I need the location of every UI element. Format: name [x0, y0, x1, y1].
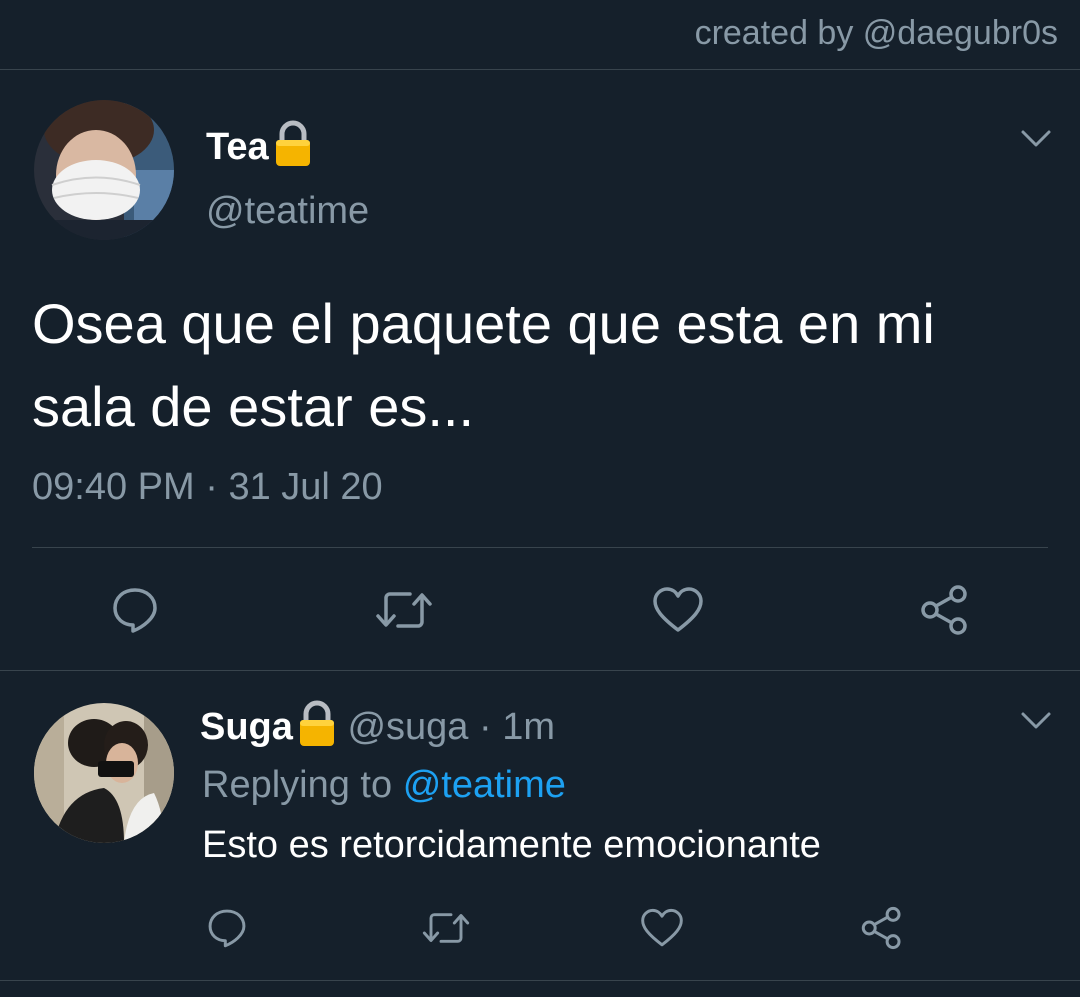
share-icon — [861, 906, 901, 950]
retweet-button[interactable] — [418, 903, 474, 953]
author-display-name: Tea — [206, 126, 269, 169]
retweet-icon — [376, 592, 432, 628]
reply-separator: · — [479, 706, 492, 749]
author-name[interactable]: Tea — [206, 120, 313, 178]
replying-prefix: Replying to — [202, 764, 393, 806]
lock-icon — [273, 120, 313, 178]
tweet-text: Osea que el paquete que esta en mi sala … — [32, 282, 1062, 448]
tweet-text-line: Osea que el paquete que esta en mi — [32, 292, 935, 355]
header-divider — [0, 69, 1080, 70]
reply-text: Esto es retorcidamente emocionante — [202, 824, 821, 866]
timestamp-separator: · — [205, 466, 218, 508]
creator-credit: created by @daegubr0s — [694, 14, 1058, 52]
chevron-down-icon[interactable] — [1020, 128, 1052, 155]
like-icon — [641, 908, 683, 947]
retweet-button[interactable] — [372, 580, 436, 640]
reply-avatar[interactable] — [34, 703, 174, 843]
reply-age[interactable]: 1m — [502, 706, 555, 748]
tweet-date: 31 Jul 20 — [228, 466, 383, 508]
author-handle[interactable]: @teatime — [206, 190, 369, 233]
share-button[interactable] — [915, 580, 975, 640]
replying-mention-link[interactable]: @teatime — [403, 764, 566, 806]
tweet-text-line: sala de estar es... — [32, 375, 475, 438]
reply-section-divider — [0, 980, 1080, 981]
share-button[interactable] — [857, 903, 907, 953]
lock-icon — [297, 700, 337, 758]
tweet-divider — [32, 547, 1048, 548]
like-icon — [653, 587, 703, 632]
replying-to: Replying to @teatime — [202, 764, 566, 807]
tweet-section-divider — [0, 670, 1080, 671]
tweet-time: 09:40 PM — [32, 466, 195, 508]
reply-button[interactable] — [105, 580, 165, 640]
reply-display-name[interactable]: Suga — [200, 706, 293, 748]
chevron-down-icon[interactable] — [1020, 710, 1052, 737]
reply-icon — [208, 909, 246, 948]
reply-button[interactable] — [202, 903, 252, 953]
reply-handle[interactable]: @suga — [347, 706, 468, 748]
reply-header: Suga @suga · 1m — [200, 700, 555, 758]
avatar[interactable] — [34, 100, 174, 240]
like-button[interactable] — [648, 580, 708, 640]
like-button[interactable] — [637, 903, 687, 953]
retweet-icon — [422, 913, 470, 943]
tweet-timestamp[interactable]: 09:40 PM · 31 Jul 20 — [32, 466, 383, 509]
reply-icon — [113, 588, 157, 633]
share-icon — [921, 585, 967, 635]
